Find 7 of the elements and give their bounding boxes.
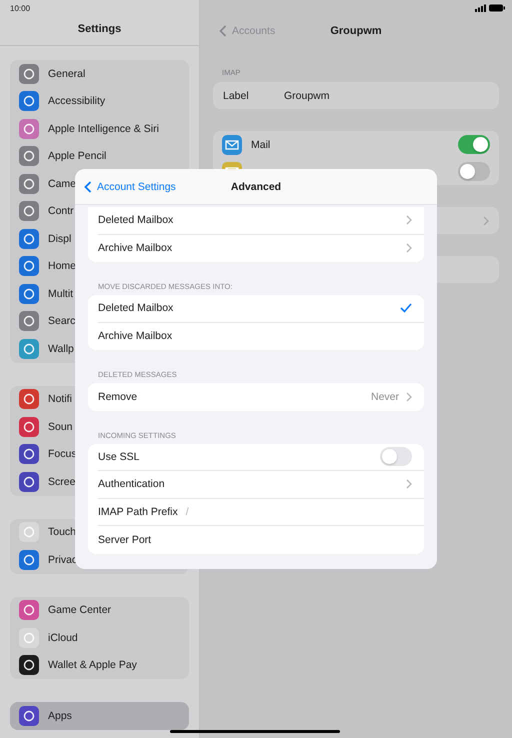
sidebar-title: Settings bbox=[78, 23, 122, 35]
row-value: Groupwm bbox=[284, 90, 330, 102]
service-label: Mail bbox=[251, 138, 270, 150]
sheet-title: Advanced bbox=[230, 180, 282, 192]
row-label: Label bbox=[223, 90, 250, 102]
status-time: 10:00 bbox=[10, 4, 30, 12]
page-title: Groupwm bbox=[330, 25, 382, 37]
